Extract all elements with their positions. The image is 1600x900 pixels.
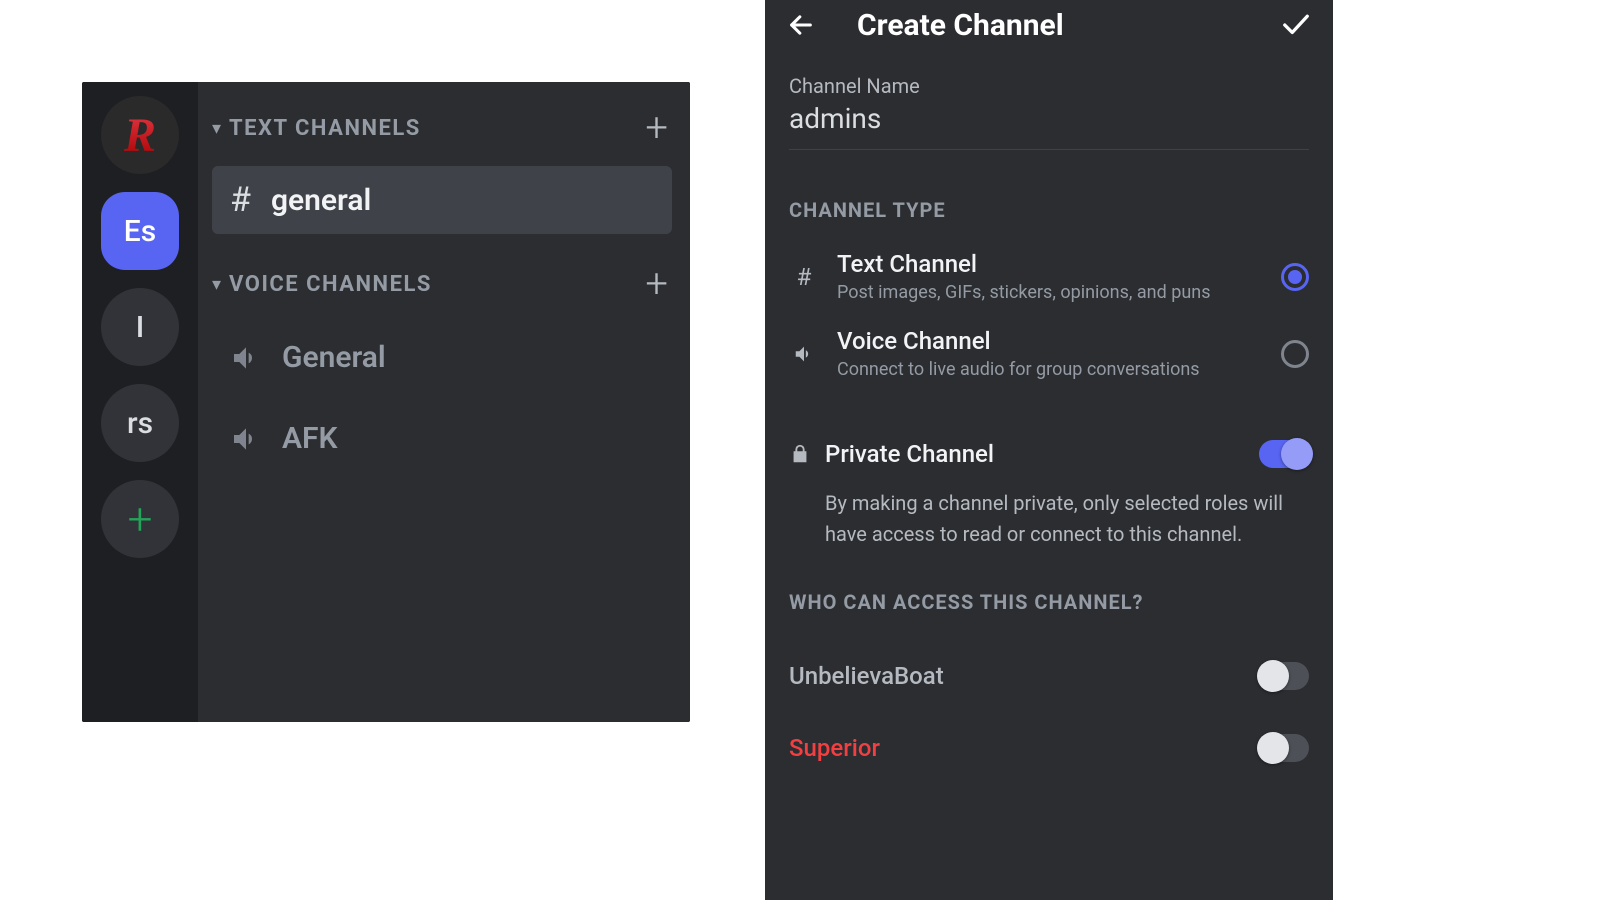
private-channel-toggle[interactable] xyxy=(1259,440,1309,468)
page-title: Create Channel xyxy=(841,8,1255,43)
type-desc: Connect to live audio for group conversa… xyxy=(837,359,1263,380)
role-access-list: UnbelievaBoat Superior xyxy=(789,630,1309,774)
server-icon-label: R xyxy=(124,108,156,163)
add-text-channel-button[interactable]: + xyxy=(645,108,668,148)
create-channel-body: Channel Name admins CHANNEL TYPE # Text … xyxy=(765,50,1333,774)
server-icon[interactable]: Es xyxy=(101,192,179,270)
access-title: WHO CAN ACCESS THIS CHANNEL? xyxy=(789,590,1309,614)
server-icon[interactable]: I xyxy=(101,288,179,366)
role-toggle[interactable] xyxy=(1259,662,1309,690)
channel-name-input[interactable]: admins xyxy=(789,102,1309,150)
role-access-row[interactable]: UnbelievaBoat xyxy=(789,630,1309,702)
channel-type-text[interactable]: # Text Channel Post images, GIFs, sticke… xyxy=(789,238,1309,315)
chevron-down-icon: ▾ xyxy=(212,118,221,139)
type-desc: Post images, GIFs, stickers, opinions, a… xyxy=(837,282,1263,303)
back-icon[interactable] xyxy=(787,11,815,39)
voice-channels-category[interactable]: ▾ VOICE CHANNELS + xyxy=(212,256,672,312)
channel-list: ▾ TEXT CHANNELS + # general ▾ VOICE CHAN… xyxy=(198,82,690,722)
check-icon[interactable] xyxy=(1281,10,1311,40)
server-icon[interactable]: rs xyxy=(101,384,179,462)
category-label: VOICE CHANNELS xyxy=(229,272,637,297)
text-channels-category[interactable]: ▾ TEXT CHANNELS + xyxy=(212,100,672,156)
type-title: Text Channel xyxy=(837,250,1263,278)
speaker-icon xyxy=(789,343,819,365)
private-channel-description: By making a channel private, only select… xyxy=(789,488,1309,550)
speaker-icon xyxy=(230,423,262,455)
add-voice-channel-button[interactable]: + xyxy=(645,264,668,304)
role-name: Superior xyxy=(789,734,880,762)
add-server-button[interactable]: + xyxy=(101,480,179,558)
channel-type-voice[interactable]: Voice Channel Connect to live audio for … xyxy=(789,315,1309,392)
server-icon-label: Es xyxy=(124,214,156,249)
channel-name: General xyxy=(282,340,386,375)
server-icon-label: rs xyxy=(127,406,153,441)
plus-icon: + xyxy=(128,493,153,545)
channel-sidebar: R Es I rs + ▾ TEXT CHANNELS + # general … xyxy=(82,82,690,722)
private-channel-label: Private Channel xyxy=(825,440,1245,468)
voice-channel-general[interactable]: General xyxy=(212,330,672,385)
channel-name: AFK xyxy=(282,421,338,456)
lock-icon xyxy=(789,443,811,465)
server-icon[interactable]: R xyxy=(101,96,179,174)
radio-selected[interactable] xyxy=(1281,263,1309,291)
role-access-row[interactable]: Superior xyxy=(789,702,1309,774)
role-name: UnbelievaBoat xyxy=(789,662,944,690)
hash-icon: # xyxy=(789,263,819,291)
channel-general[interactable]: # general xyxy=(212,166,672,234)
channel-name: general xyxy=(271,183,371,218)
channel-type-title: CHANNEL TYPE xyxy=(789,198,1309,222)
server-icon-label: I xyxy=(136,310,145,345)
type-title: Voice Channel xyxy=(837,327,1263,355)
hash-icon: # xyxy=(230,180,251,220)
radio-unselected[interactable] xyxy=(1281,340,1309,368)
private-channel-row[interactable]: Private Channel xyxy=(789,440,1309,468)
server-rail: R Es I rs + xyxy=(82,82,198,722)
create-channel-screen: Create Channel Channel Name admins CHANN… xyxy=(765,0,1333,900)
speaker-icon xyxy=(230,342,262,374)
role-toggle[interactable] xyxy=(1259,734,1309,762)
channel-name-label: Channel Name xyxy=(789,74,1309,98)
create-channel-header: Create Channel xyxy=(765,0,1333,50)
category-label: TEXT CHANNELS xyxy=(229,116,637,141)
chevron-down-icon: ▾ xyxy=(212,274,221,295)
voice-channel-afk[interactable]: AFK xyxy=(212,411,672,466)
